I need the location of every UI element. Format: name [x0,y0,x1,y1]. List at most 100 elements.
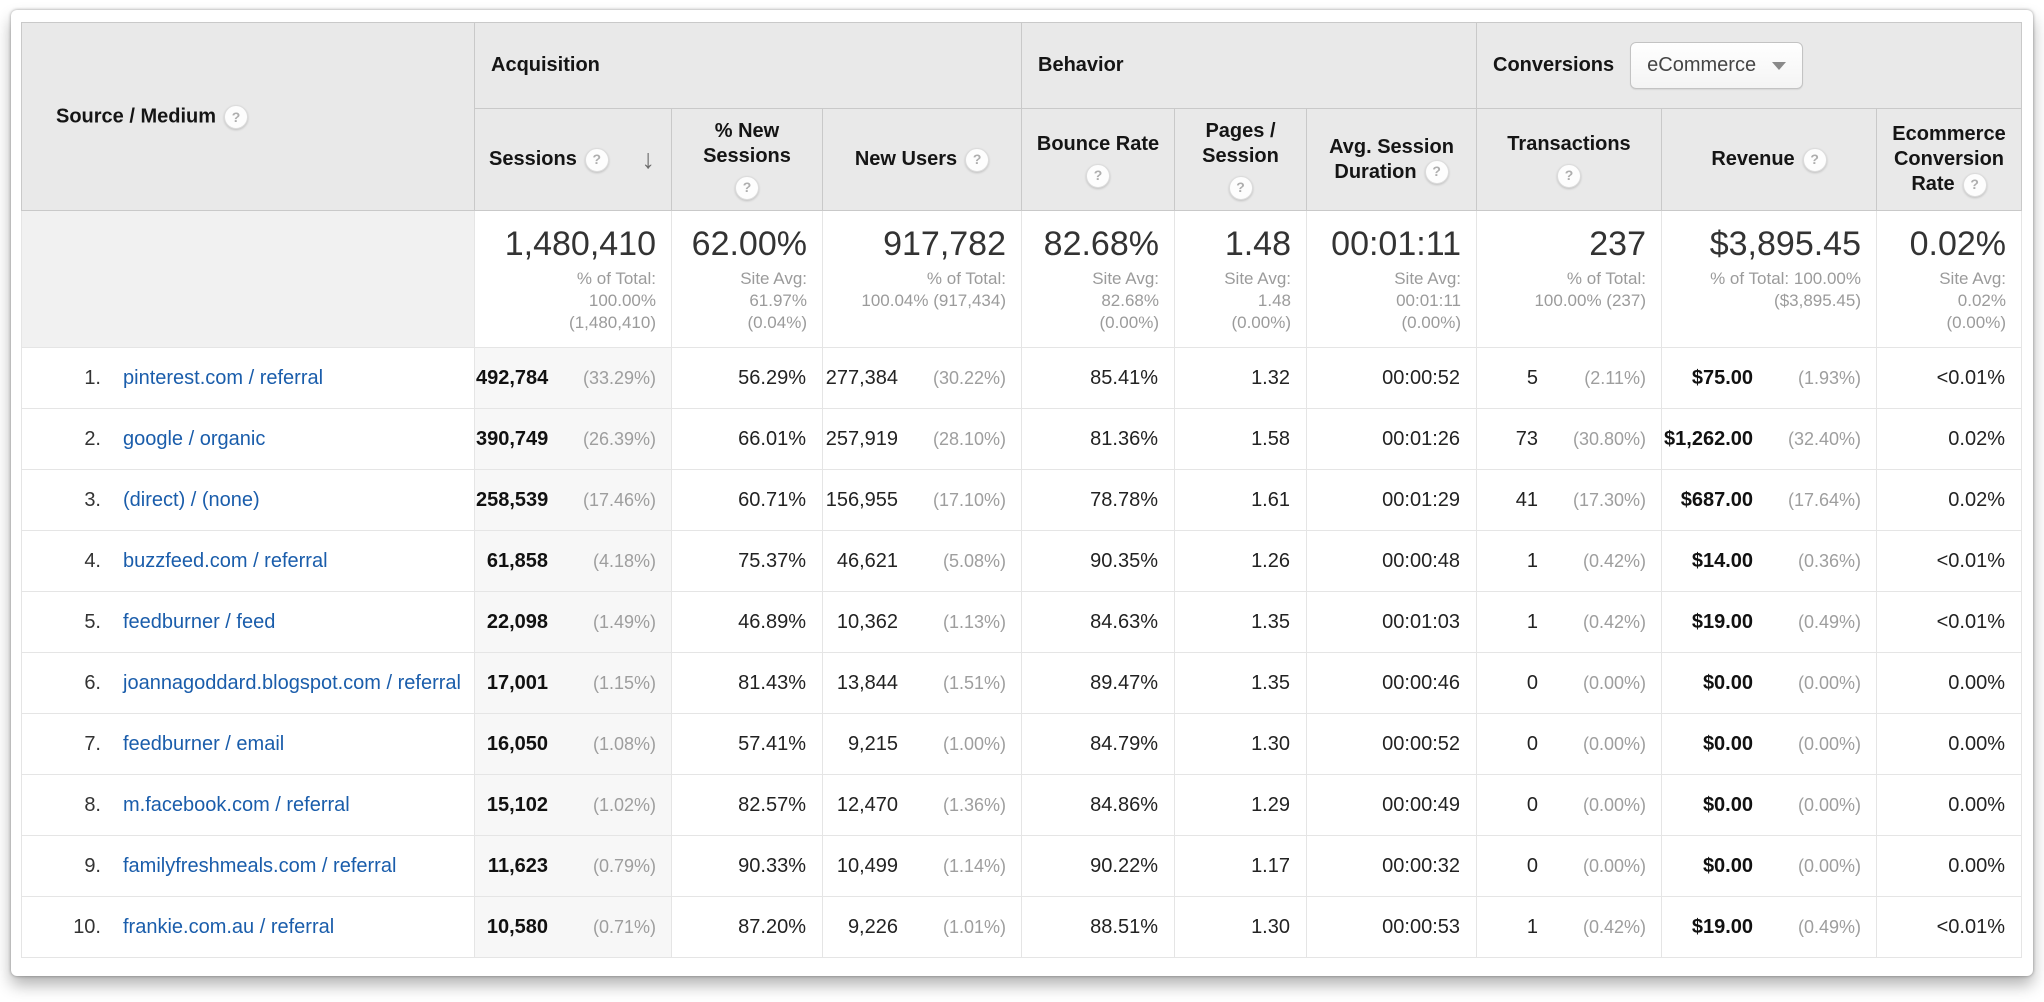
avg-session-duration-cell: 00:00:52 [1307,348,1477,409]
source-medium-link[interactable]: (direct) / (none) [123,487,260,513]
source-medium-link[interactable]: feedburner / feed [123,609,275,635]
help-icon[interactable]: ? [585,148,609,172]
sessions-cell: 17,001(1.15%) [475,653,672,714]
help-icon[interactable]: ? [224,105,248,129]
new-users-cell: 13,844(1.51%) [823,653,1022,714]
totals-transactions: 237 % of Total:100.00% (237) [1477,211,1662,348]
totals-empty-cell [22,211,475,348]
totals-pages-session: 1.48 Site Avg:1.48(0.00%) [1175,211,1307,348]
conversions-type-dropdown[interactable]: eCommerce [1630,42,1803,89]
analytics-table-panel: Source / Medium? Acquisition Behavior Co… [11,10,2033,976]
new-sessions-cell: 81.43% [672,653,823,714]
source-medium-link[interactable]: buzzfeed.com / referral [123,548,328,574]
column-header-transactions[interactable]: Transactions ? [1477,109,1662,211]
transactions-cell: 0(0.00%) [1477,714,1662,775]
pages-session-cell: 1.35 [1175,592,1307,653]
new-users-cell: 9,226(1.01%) [823,897,1022,958]
source-medium-link[interactable]: familyfreshmeals.com / referral [123,853,396,879]
transactions-cell: 0(0.00%) [1477,836,1662,897]
source-medium-cell: 1. pinterest.com / referral [22,348,475,409]
column-header-pages-session[interactable]: Pages / Session ? [1175,109,1307,211]
new-sessions-cell: 75.37% [672,531,823,592]
avg-session-duration-cell: 00:00:32 [1307,836,1477,897]
revenue-cell: $19.00(0.49%) [1662,592,1877,653]
revenue-cell: $19.00(0.49%) [1662,897,1877,958]
totals-new-users: 917,782 % of Total:100.04% (917,434) [823,211,1022,348]
pages-session-cell: 1.32 [1175,348,1307,409]
pages-session-cell: 1.17 [1175,836,1307,897]
row-rank: 2. [53,428,101,451]
revenue-cell: $0.00(0.00%) [1662,714,1877,775]
sessions-cell: 61,858(4.18%) [475,531,672,592]
new-sessions-cell: 46.89% [672,592,823,653]
new-sessions-cell: 60.71% [672,470,823,531]
source-medium-table: Source / Medium? Acquisition Behavior Co… [21,22,2022,958]
source-medium-link[interactable]: feedburner / email [123,731,284,757]
pages-session-cell: 1.58 [1175,409,1307,470]
help-icon[interactable]: ? [1803,148,1827,172]
new-users-cell: 9,215(1.00%) [823,714,1022,775]
avg-session-duration-cell: 00:00:46 [1307,653,1477,714]
table-row: 6. joannagoddard.blogspot.com / referral… [22,653,2022,714]
table-row: 7. feedburner / email 16,050(1.08%) 57.4… [22,714,2022,775]
source-medium-link[interactable]: pinterest.com / referral [123,365,323,391]
table-row: 4. buzzfeed.com / referral 61,858(4.18%)… [22,531,2022,592]
ecommerce-conversion-rate-cell: <0.01% [1877,348,2022,409]
transactions-cell: 5(2.11%) [1477,348,1662,409]
bounce-rate-cell: 90.35% [1022,531,1175,592]
pages-session-cell: 1.30 [1175,897,1307,958]
source-medium-cell: 6. joannagoddard.blogspot.com / referral [22,653,475,714]
bounce-rate-cell: 84.63% [1022,592,1175,653]
source-medium-link[interactable]: frankie.com.au / referral [123,914,334,940]
help-icon[interactable]: ? [1229,176,1253,200]
source-medium-cell: 7. feedburner / email [22,714,475,775]
help-icon[interactable]: ? [1425,160,1449,184]
source-medium-link[interactable]: google / organic [123,426,265,452]
help-icon[interactable]: ? [1557,164,1581,188]
bounce-rate-cell: 88.51% [1022,897,1175,958]
column-header-bounce-rate[interactable]: Bounce Rate ? [1022,109,1175,211]
sessions-header-label: Sessions [489,147,577,172]
table-row: 8. m.facebook.com / referral 15,102(1.02… [22,775,2022,836]
revenue-cell: $14.00(0.36%) [1662,531,1877,592]
avg-session-duration-cell: 00:00:48 [1307,531,1477,592]
help-icon[interactable]: ? [1963,173,1987,197]
ecommerce-conversion-rate-cell: 0.00% [1877,775,2022,836]
revenue-cell: $1,262.00(32.40%) [1662,409,1877,470]
sessions-cell: 492,784(33.29%) [475,348,672,409]
ecommerce-conversion-rate-cell: <0.01% [1877,897,2022,958]
source-medium-link[interactable]: m.facebook.com / referral [123,792,350,818]
column-header-revenue[interactable]: Revenue? [1662,109,1877,211]
help-icon[interactable]: ? [735,176,759,200]
pages-session-cell: 1.26 [1175,531,1307,592]
sessions-cell: 11,623(0.79%) [475,836,672,897]
column-header-source-medium[interactable]: Source / Medium? [22,23,475,211]
row-rank: 1. [53,367,101,390]
table-row: 5. feedburner / feed 22,098(1.49%) 46.89… [22,592,2022,653]
column-header-new-users[interactable]: New Users? [823,109,1022,211]
avg-session-duration-cell: 00:00:52 [1307,714,1477,775]
new-sessions-cell: 57.41% [672,714,823,775]
pages-session-cell: 1.35 [1175,653,1307,714]
totals-ecommerce-conversion-rate: 0.02% Site Avg:0.02%(0.00%) [1877,211,2022,348]
table-row: 9. familyfreshmeals.com / referral 11,62… [22,836,2022,897]
avg-session-duration-cell: 00:00:53 [1307,897,1477,958]
column-header-ecommerce-conversion-rate[interactable]: Ecommerce Conversion Rate? [1877,109,2022,211]
column-header-new-sessions[interactable]: % New Sessions ? [672,109,823,211]
bounce-rate-cell: 81.36% [1022,409,1175,470]
totals-avg-session-duration: 00:01:11 Site Avg:00:01:11(0.00%) [1307,211,1477,348]
transactions-cell: 1(0.42%) [1477,531,1662,592]
column-header-sessions[interactable]: Sessions? ↓ [475,109,672,211]
bounce-rate-cell: 78.78% [1022,470,1175,531]
conversions-label: Conversions [1493,54,1614,77]
help-icon[interactable]: ? [1086,164,1110,188]
source-medium-cell: 8. m.facebook.com / referral [22,775,475,836]
help-icon[interactable]: ? [965,148,989,172]
row-rank: 10. [53,916,101,939]
source-medium-link[interactable]: joannagoddard.blogspot.com / referral [123,670,461,696]
new-sessions-cell: 82.57% [672,775,823,836]
sort-descending-icon[interactable]: ↓ [642,146,656,173]
dropdown-caret-icon [1772,62,1786,70]
table-row: 3. (direct) / (none) 258,539(17.46%) 60.… [22,470,2022,531]
column-header-avg-session-duration[interactable]: Avg. Session Duration? [1307,109,1477,211]
